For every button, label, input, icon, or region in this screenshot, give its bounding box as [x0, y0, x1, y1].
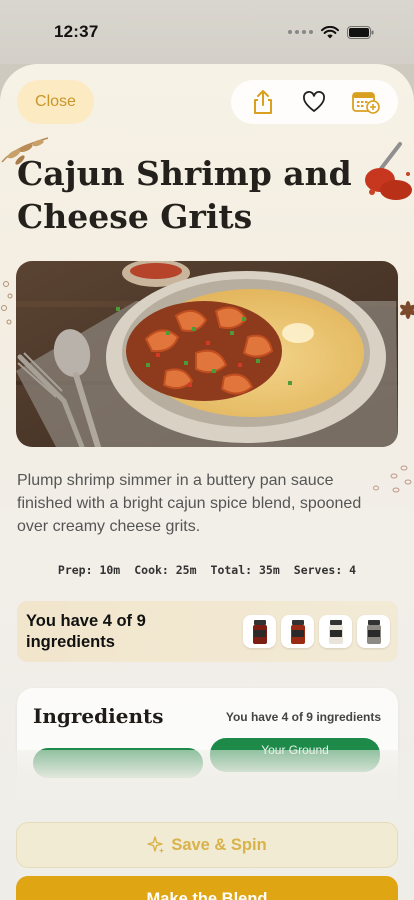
- battery-icon: [347, 25, 374, 39]
- save-spin-label: Save & Spin: [171, 835, 267, 854]
- status-bar: 12:37: [0, 0, 414, 64]
- spice-jar-icon[interactable]: [281, 615, 314, 648]
- prep-time: Prep: 10m: [57, 563, 121, 577]
- make-blend-button[interactable]: Make the Blend: [16, 876, 398, 900]
- spice-jar-icon[interactable]: [243, 615, 276, 648]
- recipe-sheet: Close Cajun Shrimp and Cheese Grits Plum…: [0, 64, 414, 900]
- share-icon[interactable]: [249, 88, 277, 116]
- header-actions: [231, 80, 398, 124]
- recipe-stats: Prep: 10m Cook: 25m Total: 35m Serves: 4: [0, 563, 414, 577]
- paprika-spoon-decoration-icon: [365, 142, 412, 200]
- ingredients-owned-banner[interactable]: You have 4 of 9 ingredients: [17, 601, 398, 662]
- wifi-icon: [321, 25, 339, 38]
- save-spin-button[interactable]: Save & Spin: [16, 822, 398, 868]
- recipe-description: Plump shrimp simmer in a buttery pan sau…: [17, 472, 362, 535]
- close-button[interactable]: Close: [17, 80, 94, 124]
- signal-dots-icon: [288, 30, 313, 34]
- calendar-add-icon[interactable]: [352, 88, 380, 116]
- status-icons: [288, 25, 374, 39]
- recipe-title: Cajun Shrimp and Cheese Grits: [17, 154, 352, 236]
- ingredients-heading: Ingredients: [33, 704, 164, 728]
- cook-time: Cook: 25m: [134, 563, 197, 577]
- ingredients-count: You have 4 of 9 ingredients: [225, 710, 381, 724]
- ingredients-owned-text: You have 4 of 9 ingredients: [26, 611, 146, 651]
- heart-icon[interactable]: [300, 88, 328, 116]
- recipe-hero-image: [16, 261, 398, 447]
- sparkle-icon: [147, 836, 165, 854]
- spice-jar-list: [243, 615, 390, 648]
- servings: Serves: 4: [293, 563, 357, 577]
- total-time: Total: 35m: [210, 563, 280, 577]
- status-time: 12:37: [54, 22, 99, 41]
- spice-jar-icon[interactable]: [357, 615, 390, 648]
- spice-jar-icon[interactable]: [319, 615, 352, 648]
